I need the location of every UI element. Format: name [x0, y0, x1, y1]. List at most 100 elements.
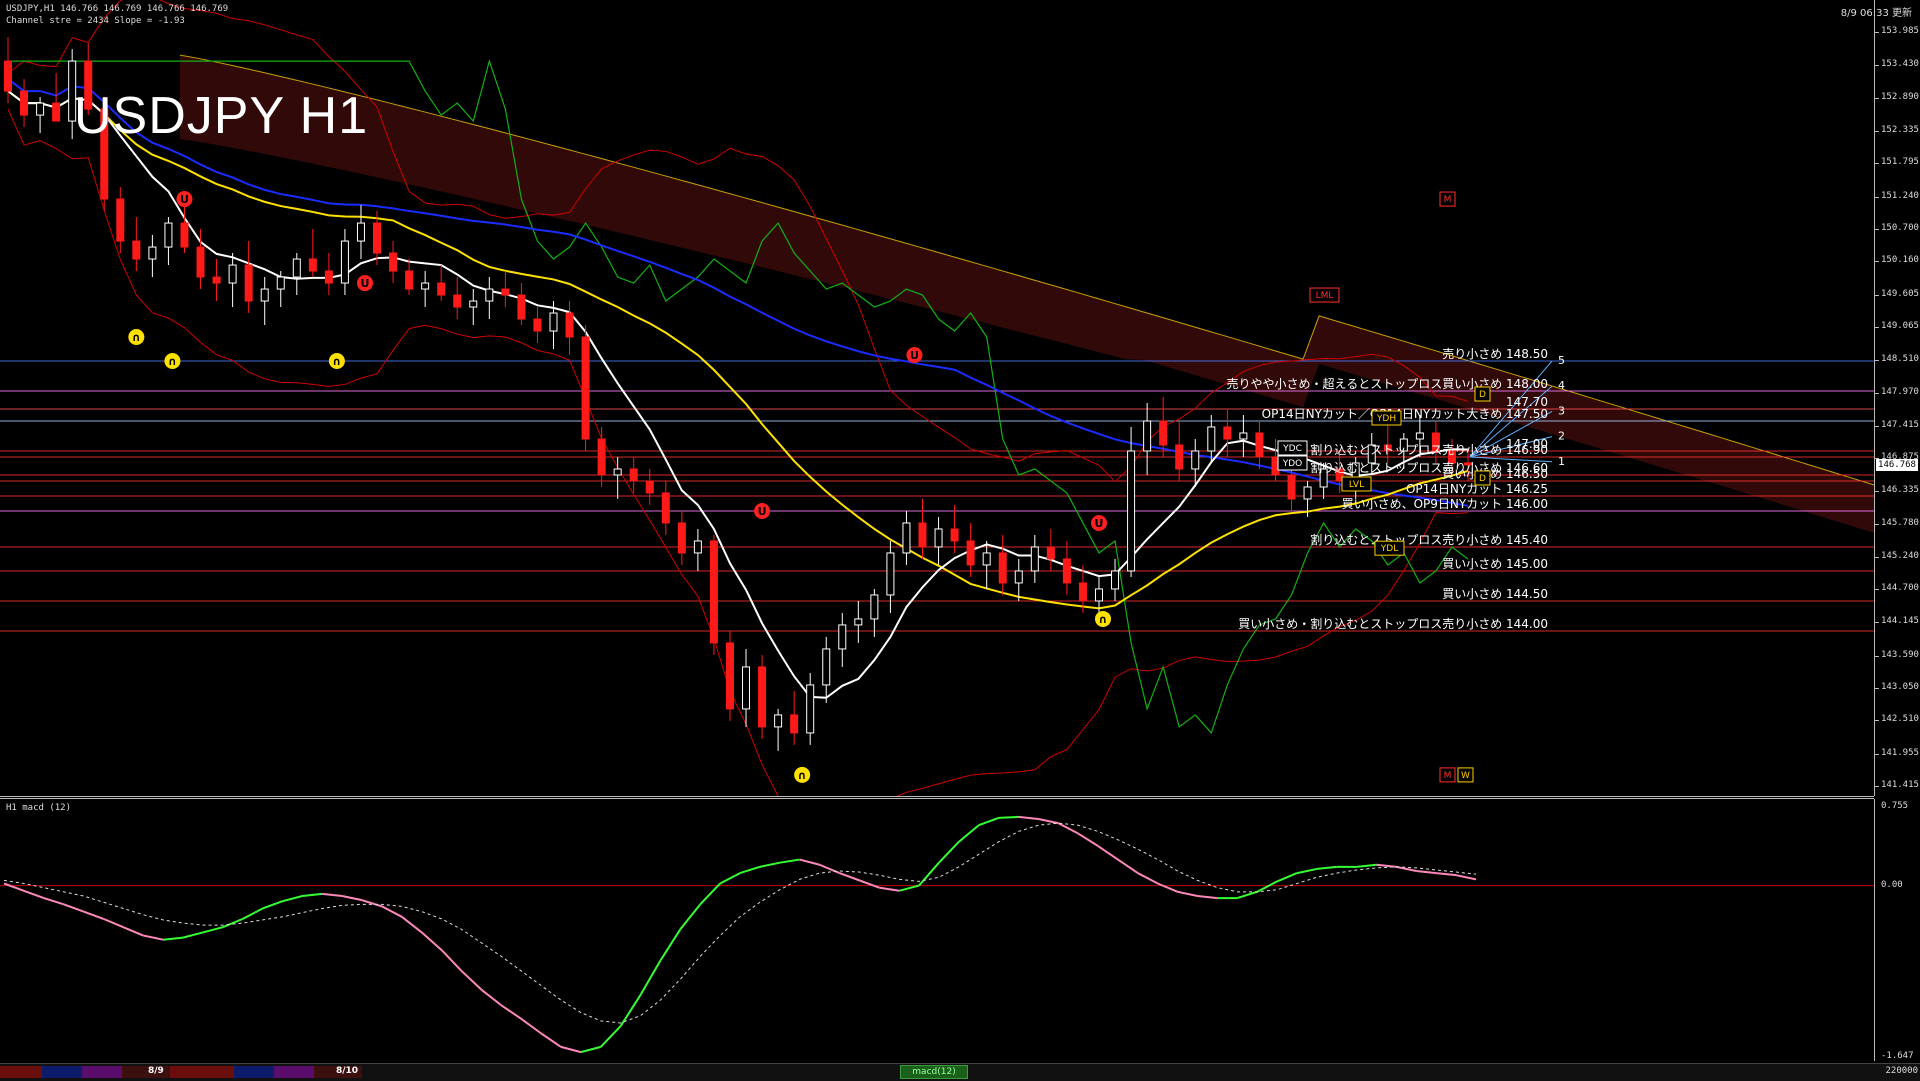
price-tick-label: 144.700: [1881, 582, 1919, 593]
macd-segment: [540, 1032, 562, 1048]
macd-segment: [1157, 882, 1179, 893]
strip-segment: [82, 1066, 122, 1078]
signal-marker-glyph: ∩: [798, 769, 807, 782]
price-tick-mark: [1875, 97, 1879, 99]
macd-segment: [580, 1045, 602, 1054]
price-tick-label: 151.240: [1881, 190, 1919, 201]
price-tick-label: 142.510: [1881, 714, 1919, 725]
macd-segment: [302, 892, 323, 897]
chikou-span: [8, 59, 1469, 735]
price-tick-mark: [1875, 294, 1879, 296]
candle-body: [20, 90, 29, 116]
strip-date-1: 8/9: [148, 1066, 164, 1076]
tag-label: M: [1444, 195, 1452, 205]
price-tick-label: 153.985: [1881, 26, 1919, 36]
candle-body: [1159, 420, 1168, 446]
price-tick-label: 151.795: [1881, 157, 1919, 168]
candle-body: [742, 666, 751, 710]
price-tick-mark: [1875, 588, 1879, 590]
signal-marker-glyph: U: [1095, 517, 1104, 530]
price-tick-mark: [1875, 229, 1879, 231]
macd-segment: [83, 910, 104, 920]
candle-body: [581, 336, 590, 440]
candle-body: [1046, 546, 1055, 560]
signal-marker-glyph: U: [360, 277, 369, 290]
candle-body: [758, 666, 767, 728]
price-tick-mark: [1875, 327, 1879, 329]
macd-segment: [1077, 832, 1099, 847]
macd-tab[interactable]: macd(12): [900, 1065, 968, 1079]
candle-body: [356, 222, 365, 242]
candle-body: [629, 468, 638, 482]
macd-segment: [381, 905, 403, 918]
macd-chart[interactable]: [0, 799, 1874, 1061]
price-tick-label: 148.510: [1881, 354, 1919, 365]
signal-marker-glyph: U: [180, 193, 189, 206]
macd-segment: [361, 899, 383, 908]
candle-body: [677, 522, 686, 554]
price-tick-mark: [1875, 426, 1879, 428]
candle-body: [292, 258, 301, 278]
macd-segment: [600, 1025, 622, 1048]
price-tick-label: 152.335: [1881, 124, 1919, 135]
macd-segment: [1356, 863, 1377, 868]
level-label: 売りやや小さめ・超えるとストップロス買い小さめ 148.00: [1227, 376, 1548, 391]
price-tick-mark: [1875, 655, 1879, 657]
candle-body: [453, 294, 462, 308]
price-tick-label: 147.970: [1881, 386, 1919, 397]
macd-segment: [719, 872, 741, 885]
candle-body: [340, 240, 349, 284]
macd-segment: [879, 886, 900, 892]
candle-body: [1111, 570, 1120, 590]
candle-body: [806, 684, 815, 734]
macd-segment: [958, 824, 980, 843]
candle-body: [1255, 432, 1264, 458]
macd-segment: [1416, 870, 1437, 875]
price-tick-mark: [1875, 360, 1879, 362]
symbol-info: USDJPY,H1 146.766 146.769 146.766 146.76…: [6, 4, 229, 14]
current-price-tag: 146.768: [1876, 458, 1918, 471]
level-labels: 売り小さめ 148.50 売りやや小さめ・超えるとストップロス買い小さめ 148.…: [1227, 346, 1565, 631]
price-tick-mark: [1875, 786, 1879, 787]
pane-separator[interactable]: [0, 796, 1874, 797]
macd-segment: [520, 1017, 542, 1035]
macd-segment: [998, 815, 1019, 819]
candle-body: [421, 282, 430, 290]
candle-body: [52, 102, 61, 122]
candle-body: [790, 714, 799, 734]
candle-body: [180, 222, 189, 248]
tag-label: M: [1444, 771, 1452, 781]
candle-body: [501, 288, 510, 296]
macd-segment: [1197, 894, 1218, 900]
macd-lines: [3, 815, 1477, 1054]
macd-tick-label: -1.647: [1881, 1051, 1914, 1061]
macd-segment: [1057, 822, 1079, 835]
macd-segment: [859, 879, 880, 889]
tag-label: YDC: [1282, 444, 1302, 454]
macd-axis[interactable]: 0.755 0.00 -1.647: [1874, 799, 1920, 1061]
candle-body: [822, 648, 831, 686]
macd-segment: [1018, 815, 1039, 820]
price-tick-label: 149.605: [1881, 288, 1919, 299]
price-tick-label: 150.160: [1881, 255, 1919, 266]
macd-segment: [779, 858, 800, 864]
price-tick-label: 141.415: [1881, 780, 1919, 790]
price-axis[interactable]: 153.985 153.430 152.890 152.335 151.795 151.2…: [1874, 0, 1920, 796]
macd-segment: [480, 988, 502, 1007]
macd-segment: [839, 872, 860, 882]
price-tick-mark: [1875, 65, 1879, 67]
candle-body: [1175, 444, 1184, 470]
macd-segment: [739, 865, 761, 875]
cloud-fill: [180, 55, 1874, 533]
candle-body: [597, 438, 606, 476]
candle-body: [1303, 486, 1312, 500]
candle-body: [934, 528, 943, 548]
macd-segment: [143, 934, 164, 941]
signal-marker-glyph: U: [758, 505, 767, 518]
level-label: 買い小さめ 146.50: [1442, 467, 1548, 481]
price-tick-mark: [1875, 196, 1879, 198]
macd-segment: [1117, 858, 1139, 874]
candle-body: [1094, 588, 1103, 602]
tag-label: W: [1461, 771, 1470, 781]
macd-segment: [43, 897, 64, 906]
